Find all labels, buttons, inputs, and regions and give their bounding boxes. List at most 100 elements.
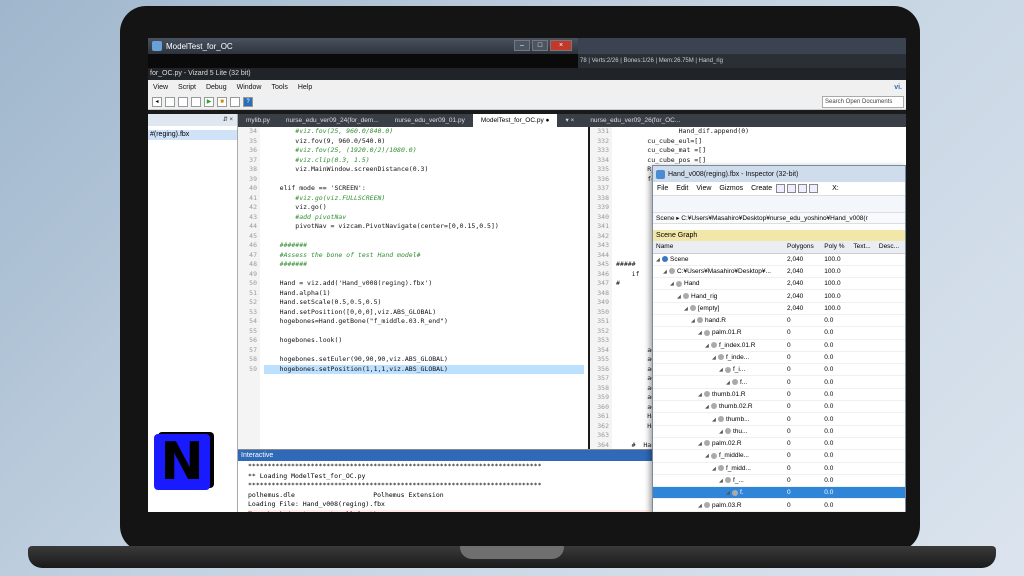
col-text[interactable]: Text... [850,241,876,254]
code-line[interactable]: Hand.alpha(1) [264,289,584,299]
tab-list-close[interactable]: ▾ × [557,114,582,127]
code-line[interactable]: viz.go() [264,203,584,213]
poly-percent-cell: 0.0 [821,326,851,340]
code-line[interactable]: cu_cube_eul=[] [616,137,904,147]
scene-graph-row[interactable]: ◢ f. 0 0.0 [653,486,905,500]
code-line[interactable]: ####### [264,260,584,270]
polygons-cell: 0 [784,437,822,451]
menu-help[interactable]: Help [293,84,317,91]
poly-percent-cell: 0.0 [821,400,851,414]
menu-tools[interactable]: Tools [267,84,293,91]
maximize-button[interactable]: □ [532,40,548,51]
scene-graph-row[interactable]: ◢ Hand_rig 2,040 100.0 [653,289,905,303]
close-button[interactable]: × [550,40,572,51]
scene-graph-row[interactable]: ◢ thumb.02.R 0 0.0 [653,400,905,414]
move-tool-icon[interactable] [787,184,797,193]
scene-graph-row[interactable]: ◢ f_index.01.R 0 0.0 [653,339,905,352]
code-line[interactable]: #viz.fov(25, (1920.0/2)/1080.0) [264,146,584,156]
code-line[interactable]: hogebones.setPosition(1,1,1,viz.ABS_GLOB… [264,364,584,374]
scene-graph-row[interactable]: ◢ thumb... 0 0.0 [653,412,905,426]
panel-pin-close[interactable]: ⇵ × [148,114,237,126]
col-polygons[interactable]: Polygons [784,241,822,254]
code-line[interactable]: #viz.go(viz.FULLSCREEN) [264,194,584,204]
scene-graph-row[interactable]: ◢ C:¥Users¥Masahiro¥Desktop¥... 2,040 100.0 [653,265,905,279]
code-line[interactable]: #viz.fov(25, 960.0/840.0) [264,127,584,137]
menu-debug[interactable]: Debug [201,84,232,91]
menu-window[interactable]: Window [232,84,267,91]
scene-graph-row[interactable]: ◢ palm.03.R 0 0.0 [653,498,905,512]
resource-file-item[interactable]: #(reging).fbx [148,130,237,140]
code-line[interactable]: hogebones.setEuler(90,90,90,viz.ABS_GLOB… [264,355,584,365]
scene-graph-row[interactable]: ◢ Scene 2,040 100.0 [653,253,905,266]
inspector-breadcrumb[interactable]: Scene ▸ C:¥Users¥Masahiro¥Desktop¥nurse_… [653,212,905,224]
scene-graph-row[interactable]: ◢ f_inde... 0 0.0 [653,351,905,365]
menu-script[interactable]: Script [173,84,201,91]
save-icon[interactable] [191,96,201,107]
back-icon[interactable]: ◂ [152,96,162,107]
code-line[interactable] [264,232,584,242]
code-line[interactable] [264,327,584,337]
scene-graph-row[interactable]: ◢ thumb.01.R 0 0.0 [653,388,905,402]
search-documents-input[interactable]: Search Open Documents [822,96,904,108]
rotate-tool-icon[interactable] [798,184,808,193]
tab-nurse-edu-26[interactable]: nurse_edu_ver09_26(for_OC... [582,114,688,127]
scene-graph-row[interactable]: ◢ f_midd... 0 0.0 [653,462,905,475]
code-line[interactable]: Hand = viz.add('Hand_v008(reging).fbx') [264,279,584,289]
col-desc[interactable]: Desc... [875,241,905,254]
code-line[interactable] [264,346,584,356]
code-editor-main[interactable]: 34 35 36 37 38 39 40 41 42 43 44 45 46 47 48 49 50 51 52 53… [238,127,588,487]
inspector-menu-gizmos[interactable]: Gizmos [715,185,747,192]
tab-mylib[interactable]: mylib.py [238,114,278,127]
menu-view[interactable]: View [148,84,173,91]
code-area[interactable]: #viz.fov(25, 960.0/840.0) viz.fov(9, 960… [264,127,584,487]
code-line[interactable]: ####### [264,241,584,251]
scene-graph-row[interactable]: ◢ hand.R 0 0.0 [653,314,905,328]
code-line[interactable]: pivotNav = vizcam.PivotNavigate(center=[… [264,222,584,232]
code-line[interactable] [264,270,584,280]
code-line[interactable]: viz.fov(9, 960.0/540.0) [264,137,584,147]
settings-icon[interactable] [230,96,240,107]
tab-nurse-edu-24[interactable]: nurse_edu_ver09_24(for_dem... [278,114,387,127]
error-line: Traceback (most recent call last): [248,509,652,512]
polygons-cell: 0 [784,486,822,500]
inspector-menu-file[interactable]: File [653,185,672,192]
scene-graph-row[interactable]: ◢ f_i... 0 0.0 [653,363,905,377]
scene-graph-row[interactable]: ◢ thu... 0 0.0 [653,425,905,438]
col-name[interactable]: Name [653,241,785,254]
scene-graph-row[interactable]: ◢ palm.02.R 0 0.0 [653,437,905,451]
inspector-menu-view[interactable]: View [692,185,715,192]
code-line[interactable]: Hand.setPosition([0,0,0],viz.ABS_GLOBAL) [264,308,584,318]
scene-graph-row[interactable]: ◢ f... 0 0.0 [653,375,905,389]
debug-icon[interactable]: ■ [217,96,227,107]
tab-modeltest[interactable]: ModelTest_for_OC.py ● [472,114,558,127]
code-line[interactable]: viz.MainWindow.screenDistance(0.3) [264,165,584,175]
code-line[interactable] [264,175,584,185]
code-line[interactable]: cu_cube_pos =[] [616,156,904,166]
code-line[interactable]: #add pivotNav [264,213,584,223]
new-file-icon[interactable] [165,96,175,107]
code-line[interactable]: hogebones.look() [264,336,584,346]
app-title: for_OC.py - Vizard 5 Lite (32 bit) [148,68,906,80]
code-line[interactable]: elif mode == 'SCREEN': [264,184,584,194]
minimize-button[interactable]: – [514,40,530,51]
open-file-icon[interactable] [178,96,188,107]
scene-graph-row[interactable]: ◢ f_... 0 0.0 [653,474,905,488]
run-icon[interactable]: ▶ [204,96,214,107]
help-icon[interactable]: ? [243,96,253,107]
inspector-menu-create[interactable]: Create [747,185,776,192]
code-line[interactable]: cu_cube_mat =[] [616,146,904,156]
code-line[interactable]: hogebones=Hand.getBone("f_middle.03.R_en… [264,317,584,327]
scene-graph-row[interactable]: ◢ Hand 2,040 100.0 [653,277,905,291]
select-tool-icon[interactable] [776,184,786,193]
code-line[interactable]: #Assess the bone of test Hand model# [264,251,584,261]
col-poly-pct[interactable]: Poly % [821,241,851,254]
tab-nurse-edu-01[interactable]: nurse_edu_ver09_01.py [387,114,473,127]
code-line[interactable]: Hand_dif.append(0) [616,127,904,137]
code-line[interactable]: #viz.clip(0.3, 1.5) [264,156,584,166]
scene-graph-row[interactable]: ◢ palm.01.R 0 0.0 [653,326,905,340]
scene-graph-row[interactable]: ◢ f_middle... 0 0.0 [653,449,905,463]
inspector-menu-edit[interactable]: Edit [672,185,692,192]
scale-tool-icon[interactable] [809,184,819,193]
scene-graph-row[interactable]: ◢ [empty] 2,040 100.0 [653,302,905,315]
code-line[interactable]: Hand.setScale(0.5,0.5,0.5) [264,298,584,308]
